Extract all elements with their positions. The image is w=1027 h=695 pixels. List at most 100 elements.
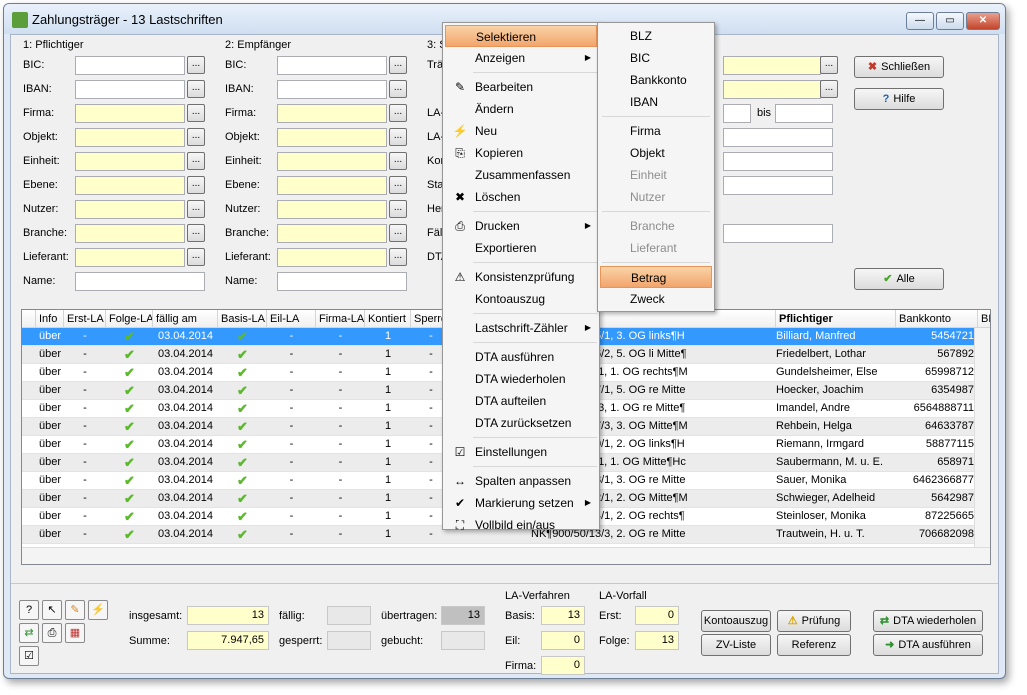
iban-input[interactable] xyxy=(75,80,185,99)
objekt-input[interactable] xyxy=(75,128,185,147)
konto-input[interactable] xyxy=(723,152,833,171)
lieferant-input[interactable] xyxy=(277,248,387,267)
nutzer-input[interactable] xyxy=(277,200,387,219)
header-faellig-am[interactable]: fällig am xyxy=(153,310,218,328)
firma-input[interactable] xyxy=(75,104,185,123)
submenu-item-3[interactable]: IBAN xyxy=(600,91,712,113)
name-input[interactable] xyxy=(75,272,205,291)
menu-item-0[interactable]: Selektieren xyxy=(445,25,597,47)
refresh-icon[interactable]: ⇄ xyxy=(19,623,39,643)
zv-liste-button[interactable]: ZV-Liste xyxy=(701,634,771,656)
header-eil-la[interactable]: Eil-LA xyxy=(267,310,316,328)
menu-item-15[interactable]: DTA aufteilen xyxy=(445,390,597,412)
traeger-input-2[interactable] xyxy=(723,80,821,99)
nutzer-browse-button[interactable]: ... xyxy=(389,200,407,218)
menu-item-14[interactable]: DTA wiederholen xyxy=(445,368,597,390)
menu-item-16[interactable]: DTA zurücksetzen xyxy=(445,412,597,434)
menu-item-3[interactable]: Ändern xyxy=(445,98,597,120)
all-button[interactable]: ✔ Alle xyxy=(854,268,944,290)
grid-icon[interactable]: ▦ xyxy=(65,623,85,643)
pencil-icon[interactable]: ✎ xyxy=(65,600,85,620)
header-folge-la[interactable]: Folge-LA xyxy=(106,310,153,328)
firma-input[interactable] xyxy=(277,104,387,123)
name-input[interactable] xyxy=(277,272,407,291)
kontoauszug-button[interactable]: Kontoauszug xyxy=(701,610,771,632)
einheit-browse-button[interactable]: ... xyxy=(187,152,205,170)
header-blz[interactable]: BLZ xyxy=(978,310,990,328)
submenu-item-10[interactable]: Betrag xyxy=(600,266,712,288)
close-button[interactable]: ✕ xyxy=(966,12,1000,30)
bic-browse-button[interactable]: ... xyxy=(389,56,407,74)
nutzer-input[interactable] xyxy=(75,200,185,219)
menu-item-5[interactable]: ⎘ Kopieren xyxy=(445,142,597,164)
submenu-item-0[interactable]: BLZ xyxy=(600,25,712,47)
header-firma-la[interactable]: Firma-LA xyxy=(316,310,365,328)
print-icon[interactable]: ⎙ xyxy=(42,623,62,643)
submenu-item-2[interactable]: Bankkonto xyxy=(600,69,712,91)
traeger-browse-button-2[interactable]: ... xyxy=(820,80,838,98)
menu-item-12[interactable]: Lastschrift-Zähler ▶ xyxy=(445,317,597,339)
menu-item-11[interactable]: Kontoauszug xyxy=(445,288,597,310)
traeger-input[interactable] xyxy=(723,56,821,75)
menu-item-18[interactable]: ↔ Spalten anpassen xyxy=(445,470,597,492)
menu-item-13[interactable]: DTA ausführen xyxy=(445,346,597,368)
branche-browse-button[interactable]: ... xyxy=(389,224,407,242)
minimize-button[interactable]: — xyxy=(906,12,934,30)
submenu-item-1[interactable]: BIC xyxy=(600,47,712,69)
iban-browse-button[interactable]: ... xyxy=(389,80,407,98)
dta-wiederholen-button[interactable]: ⇄ DTA wiederholen xyxy=(873,610,983,632)
menu-item-10[interactable]: ⚠ Konsistenzprüfung xyxy=(445,266,597,288)
menu-item-20[interactable]: ⛶ Vollbild ein/aus xyxy=(445,514,597,536)
submenu-item-5[interactable]: Objekt xyxy=(600,142,712,164)
header-pflichtiger[interactable]: Pflichtiger xyxy=(776,310,896,328)
pointer-icon[interactable]: ↖ xyxy=(42,600,62,620)
checkbox-icon[interactable]: ☑ xyxy=(19,646,39,666)
vertical-scrollbar[interactable] xyxy=(974,328,990,548)
branche-browse-button[interactable]: ... xyxy=(187,224,205,242)
header-bankkonto[interactable]: Bankkonto xyxy=(896,310,978,328)
branche-input[interactable] xyxy=(277,224,387,243)
header-erst-la[interactable]: Erst-LA xyxy=(64,310,106,328)
menu-item-2[interactable]: ✎ Bearbeiten xyxy=(445,76,597,98)
nutzer-browse-button[interactable]: ... xyxy=(187,200,205,218)
einheit-browse-button[interactable]: ... xyxy=(389,152,407,170)
lieferant-browse-button[interactable]: ... xyxy=(187,248,205,266)
header-basis-la[interactable]: Basis-LA xyxy=(218,310,267,328)
help-button[interactable]: ? Hilfe xyxy=(854,88,944,110)
range-from-input[interactable] xyxy=(723,104,751,123)
objekt-input[interactable] xyxy=(277,128,387,147)
bic-input[interactable] xyxy=(277,56,387,75)
ebene-browse-button[interactable]: ... xyxy=(389,176,407,194)
menu-item-6[interactable]: Zusammenfassen xyxy=(445,164,597,186)
traeger-browse-button[interactable]: ... xyxy=(820,56,838,74)
menu-item-4[interactable]: ⚡ Neu xyxy=(445,120,597,142)
la-dropdown[interactable] xyxy=(723,128,833,147)
maximize-button[interactable]: ▭ xyxy=(936,12,964,30)
iban-browse-button[interactable]: ... xyxy=(187,80,205,98)
branche-input[interactable] xyxy=(75,224,185,243)
firma-browse-button[interactable]: ... xyxy=(187,104,205,122)
einheit-input[interactable] xyxy=(75,152,185,171)
menu-item-19[interactable]: ✔ Markierung setzen ▶ xyxy=(445,492,597,514)
lightning-icon[interactable]: ⚡ xyxy=(88,600,108,620)
referenz-button[interactable]: Referenz xyxy=(777,634,851,656)
menu-item-9[interactable]: Exportieren xyxy=(445,237,597,259)
bic-browse-button[interactable]: ... xyxy=(187,56,205,74)
lieferant-input[interactable] xyxy=(75,248,185,267)
range-to-input[interactable] xyxy=(775,104,833,123)
firma-browse-button[interactable]: ... xyxy=(389,104,407,122)
lieferant-browse-button[interactable]: ... xyxy=(389,248,407,266)
faellig-dropdown[interactable] xyxy=(723,224,833,243)
menu-item-8[interactable]: ⎙ Drucken ▶ xyxy=(445,215,597,237)
bic-input[interactable] xyxy=(75,56,185,75)
ebene-browse-button[interactable]: ... xyxy=(187,176,205,194)
close-dialog-button[interactable]: ✖ Schließen xyxy=(854,56,944,78)
status-input[interactable] xyxy=(723,176,833,195)
header-info[interactable]: Info xyxy=(36,310,64,328)
header-kontiert[interactable]: Kontiert xyxy=(365,310,411,328)
menu-item-17[interactable]: ☑ Einstellungen xyxy=(445,441,597,463)
pruefung-button[interactable]: ⚠ Prüfung xyxy=(777,610,851,632)
menu-item-7[interactable]: ✖ Löschen xyxy=(445,186,597,208)
objekt-browse-button[interactable]: ... xyxy=(187,128,205,146)
help-icon[interactable]: ? xyxy=(19,600,39,620)
